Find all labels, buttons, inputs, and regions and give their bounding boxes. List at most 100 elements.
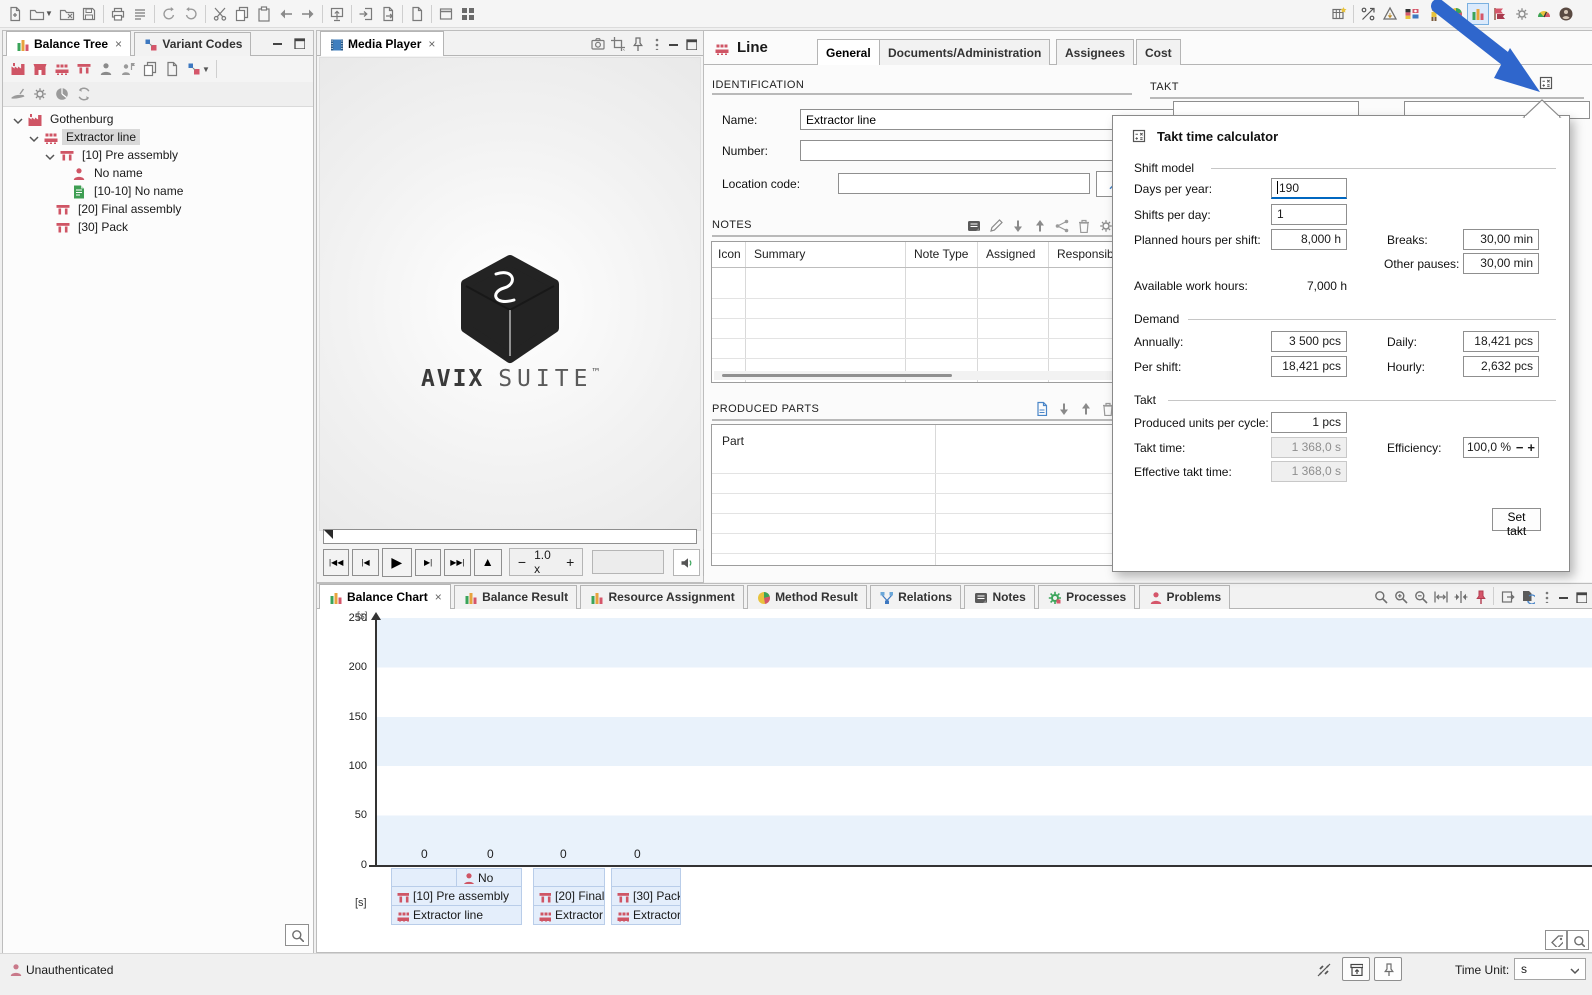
tab-problems[interactable]: Problems [1139,585,1231,609]
tab-assignees[interactable]: Assignees [1056,39,1134,65]
new-document-button[interactable] [4,3,26,25]
maximize-icon[interactable] [1571,588,1589,604]
days-per-year-input[interactable]: 190 [1271,178,1347,199]
pie-icon[interactable] [51,83,73,105]
step-forward-button[interactable]: ▶| [415,549,441,576]
upload-button[interactable] [326,3,348,25]
chart-plot-area[interactable] [376,618,1592,865]
delete-icon[interactable] [1072,214,1094,236]
gear-search-icon[interactable] [1511,3,1533,25]
gauge-icon[interactable] [1533,3,1555,25]
archive-button[interactable] [1342,957,1370,981]
edit-icon[interactable] [984,214,1006,236]
tree-item-30-pack[interactable]: [30] Pack [3,218,313,236]
seek-marker[interactable] [324,530,334,540]
line-icon[interactable] [51,58,73,80]
gear-icon[interactable] [29,83,51,105]
location-code-input[interactable] [838,173,1090,194]
time-field[interactable] [592,550,664,574]
pin-button[interactable] [1374,957,1402,981]
document-icon[interactable] [161,58,183,80]
pin-icon[interactable] [627,34,647,52]
zoom-out-icon[interactable] [1410,587,1430,605]
speed-minus-button[interactable]: − [510,554,534,570]
tree-item-20-final-assembly[interactable]: [20] Final assembly [3,200,313,218]
workstation-cell[interactable]: [30] Pack [611,886,681,906]
skip-start-button[interactable]: |◀◀ [323,549,349,576]
close-folder-button[interactable] [56,3,78,25]
tree-item-gothenburg[interactable]: Gothenburg [3,110,313,128]
close-icon[interactable]: × [433,590,442,604]
move-down-icon[interactable] [1052,397,1074,419]
page-rotate-icon[interactable] [1517,587,1537,605]
more-icon[interactable] [1537,587,1553,605]
line-cell[interactable]: Extractor [533,905,605,925]
marker-button[interactable]: ▲ [474,549,502,576]
line-cell[interactable]: Extractor [611,905,681,925]
undo-button[interactable] [180,3,202,25]
column-header[interactable]: Icon [712,242,747,266]
export-icon[interactable] [1497,587,1517,605]
workstation-icon[interactable] [73,58,95,80]
tab-notes[interactable]: Notes [964,585,1034,609]
minimize-icon[interactable] [1553,588,1571,604]
station-cell[interactable] [391,868,457,887]
time-unit-select[interactable]: s [1514,958,1586,980]
skip-end-button[interactable]: ▶▶| [444,549,470,576]
horizontal-scrollbar[interactable] [714,371,1124,380]
annually-input[interactable]: 3 500 pcs [1271,331,1347,352]
collapse-icon[interactable] [1450,587,1470,605]
pin-red-icon[interactable] [1470,587,1490,605]
flags-red-icon[interactable] [1489,3,1511,25]
pie-chart-icon[interactable] [1445,3,1467,25]
percent-split-icon[interactable] [1357,3,1379,25]
volume-button[interactable] [673,549,699,576]
redo-button[interactable] [158,3,180,25]
station-cell[interactable] [533,868,605,887]
open-folder-button[interactable]: ▼ [26,3,56,25]
add-note-icon[interactable] [962,214,984,236]
add-part-icon[interactable] [1030,397,1052,419]
chevron-down-icon[interactable] [9,113,23,126]
tab-balance-chart[interactable]: Balance Chart × [319,584,451,609]
tag-button[interactable] [1545,930,1567,950]
tree-item-10-pre-assembly[interactable]: [10] Pre assembly [3,146,313,164]
copy-button[interactable] [231,3,253,25]
maximize-icon[interactable] [681,35,699,51]
minimize-icon[interactable] [268,34,286,50]
produced-parts-table[interactable]: Part [711,424,1127,566]
fit-width-icon[interactable] [1430,587,1450,605]
station-cell[interactable] [611,868,681,887]
tab-documents-administration[interactable]: Documents/Administration [879,39,1050,65]
tab-relations[interactable]: Relations [870,585,961,609]
paste-button[interactable] [253,3,275,25]
factory-icon[interactable] [7,58,29,80]
other-pauses-input[interactable]: 30,00 min [1463,253,1539,274]
workstation-cell[interactable]: [10] Pre assembly [391,886,522,906]
shifts-per-day-input[interactable]: 1 [1271,204,1347,225]
table-star-icon[interactable] [1328,3,1350,25]
tab-processes[interactable]: Processes [1038,585,1135,609]
shutter-icon[interactable] [73,83,95,105]
seek-bar[interactable] [323,529,697,544]
ruler-triangle-icon[interactable] [1379,3,1401,25]
log-in-button[interactable] [355,3,377,25]
tab-general[interactable]: General [817,39,880,65]
print-list-button[interactable] [129,3,151,25]
cut-button[interactable] [209,3,231,25]
move-up-icon[interactable] [1028,214,1050,236]
market-icon[interactable] [29,58,51,80]
crop-icon[interactable] [607,34,627,52]
maximize-icon[interactable] [289,34,307,50]
column-header[interactable]: Summary [748,242,811,266]
breaks-input[interactable]: 30,00 min [1463,229,1539,250]
tab-resource-assignment[interactable]: Resource Assignment [580,585,743,609]
tab-balance-tree[interactable]: Balance Tree × [6,31,131,56]
tree-zoom-button[interactable] [285,924,309,946]
speed-plus-button[interactable]: + [558,554,582,570]
column-header[interactable]: Assigned [980,242,1041,266]
flags-icon[interactable] [1401,3,1423,25]
windows-button[interactable] [435,3,457,25]
chart-zoom-button[interactable] [1567,930,1589,950]
planned-hours-input[interactable]: 8,000 h [1271,229,1347,250]
